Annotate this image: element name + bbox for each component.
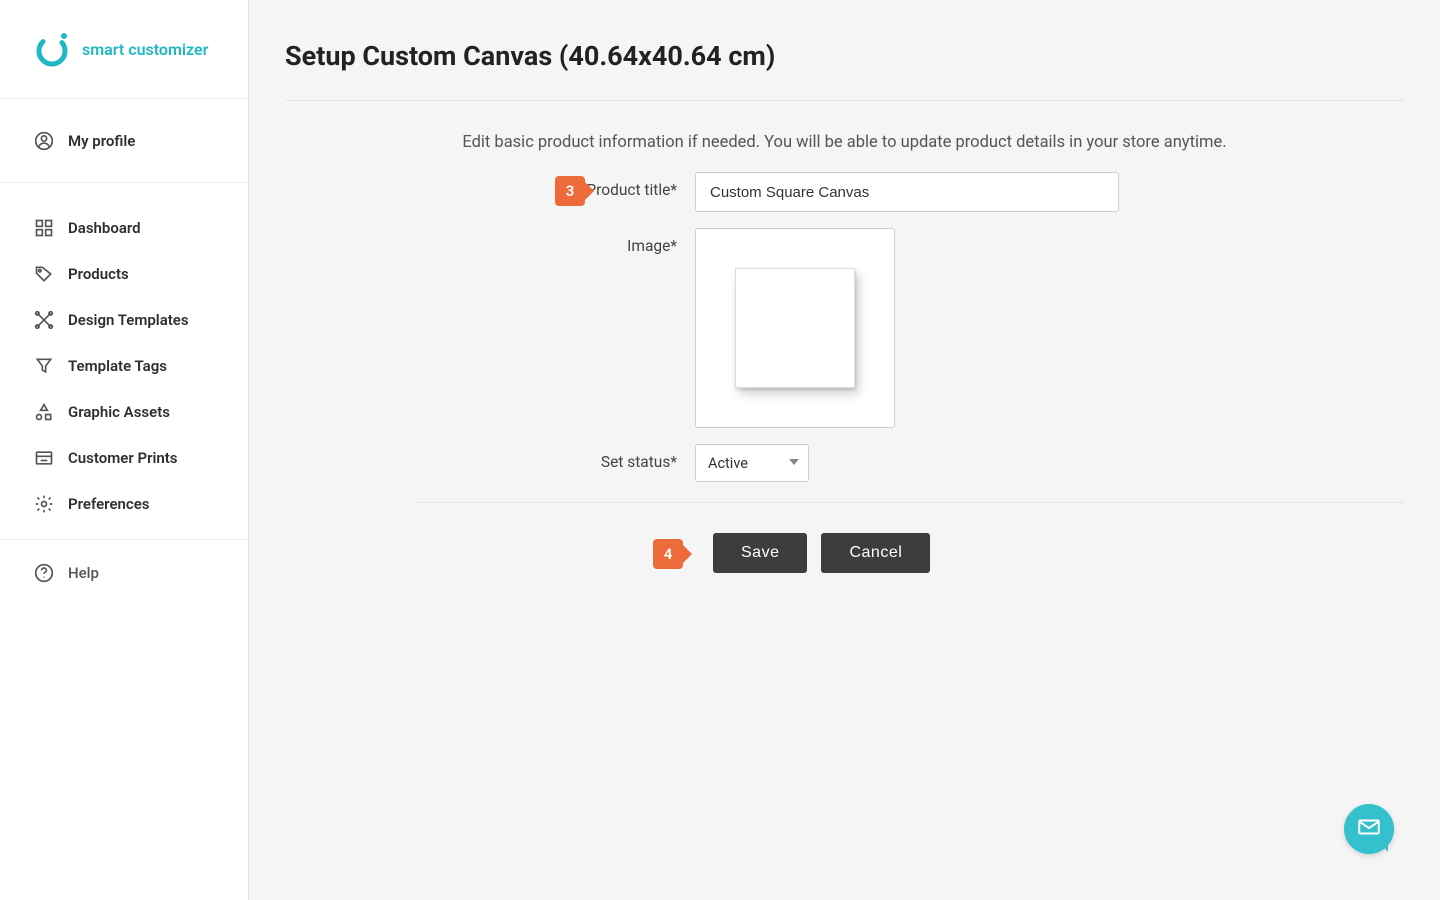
nav-label: Template Tags [68, 357, 167, 375]
divider [415, 502, 1404, 503]
help-icon [34, 563, 54, 583]
sidebar-item-preferences[interactable]: Preferences [0, 481, 248, 527]
chevron-down-icon [789, 459, 799, 465]
action-buttons: 4 Save Cancel [713, 533, 1404, 573]
sidebar-item-products[interactable]: Products [0, 251, 248, 297]
nav-label: Dashboard [68, 219, 141, 237]
sidebar-item-template-tags[interactable]: Template Tags [0, 343, 248, 389]
image-row: Image* [375, 228, 1404, 428]
sidebar-item-graphic-assets[interactable]: Graphic Assets [0, 389, 248, 435]
nav-label: Preferences [68, 495, 150, 513]
nav-label: Graphic Assets [68, 403, 170, 421]
sidebar-item-customer-prints[interactable]: Customer Prints [0, 435, 248, 481]
brand-name: smart customizer [82, 40, 208, 59]
intro-text: Edit basic product information if needed… [285, 133, 1404, 152]
form: 3 Product title* Image* Set status* Acti… [375, 172, 1404, 573]
contact-fab[interactable] [1344, 804, 1394, 854]
sidebar: smart customizer My profile Dashboard [0, 0, 249, 900]
status-row: Set status* Active [375, 444, 1404, 482]
sidebar-item-profile[interactable]: My profile [0, 99, 248, 183]
prints-icon [34, 448, 54, 468]
image-upload-box[interactable] [695, 228, 895, 428]
mail-icon [1356, 814, 1382, 844]
gear-icon [34, 494, 54, 514]
step-badge-3: 3 [555, 176, 585, 206]
design-icon [34, 310, 54, 330]
page-title: Setup Custom Canvas (40.64x40.64 cm) [285, 40, 1404, 101]
cancel-button[interactable]: Cancel [821, 533, 930, 573]
step-badge-4: 4 [653, 539, 683, 569]
status-label: Set status* [375, 444, 695, 471]
sidebar-item-help[interactable]: Help [0, 539, 248, 605]
canvas-preview [735, 268, 855, 388]
status-select[interactable]: Active [695, 444, 809, 482]
nav-label: Help [68, 564, 99, 582]
profile-icon [34, 131, 54, 151]
logo-icon [34, 31, 70, 67]
brand-logo[interactable]: smart customizer [0, 0, 248, 99]
nav-label: Design Templates [68, 311, 189, 329]
status-value: Active [708, 455, 748, 472]
shapes-icon [34, 402, 54, 422]
main-content: Setup Custom Canvas (40.64x40.64 cm) Edi… [249, 0, 1440, 900]
image-label: Image* [375, 228, 695, 255]
product-title-row: 3 Product title* [375, 172, 1404, 212]
sidebar-item-design-templates[interactable]: Design Templates [0, 297, 248, 343]
save-button[interactable]: Save [713, 533, 807, 573]
dashboard-icon [34, 218, 54, 238]
product-title-input[interactable] [695, 172, 1119, 212]
nav-label: Products [68, 265, 129, 283]
filter-icon [34, 356, 54, 376]
product-title-label: Product title* [375, 172, 695, 199]
nav-label: Customer Prints [68, 449, 178, 467]
sidebar-item-dashboard[interactable]: Dashboard [0, 205, 248, 251]
nav-label: My profile [68, 132, 135, 150]
tag-icon [34, 264, 54, 284]
